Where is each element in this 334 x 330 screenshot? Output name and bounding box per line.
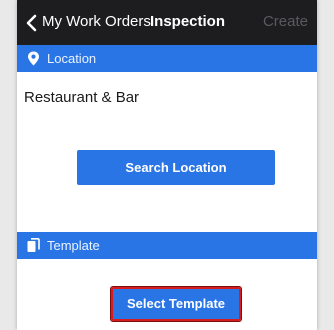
app-screen: My Work Orders Inspection Create Locatio… (17, 0, 317, 330)
top-navigation-bar: My Work Orders Inspection Create (17, 0, 317, 45)
location-value: Restaurant & Bar (24, 89, 140, 106)
search-location-button[interactable]: Search Location (77, 150, 275, 185)
create-button[interactable]: Create (263, 13, 308, 30)
template-section-label: Template (47, 238, 100, 253)
location-section-header: Location (17, 45, 317, 72)
page-title: Inspection (150, 13, 226, 30)
back-button[interactable]: My Work Orders (42, 13, 151, 30)
location-section-label: Location (47, 51, 97, 66)
map-pin-icon (28, 51, 39, 66)
documents-icon (27, 238, 40, 252)
chevron-left-icon[interactable] (25, 14, 39, 32)
select-template-button[interactable]: Select Template (110, 286, 242, 322)
template-section-header: Template (17, 232, 317, 259)
